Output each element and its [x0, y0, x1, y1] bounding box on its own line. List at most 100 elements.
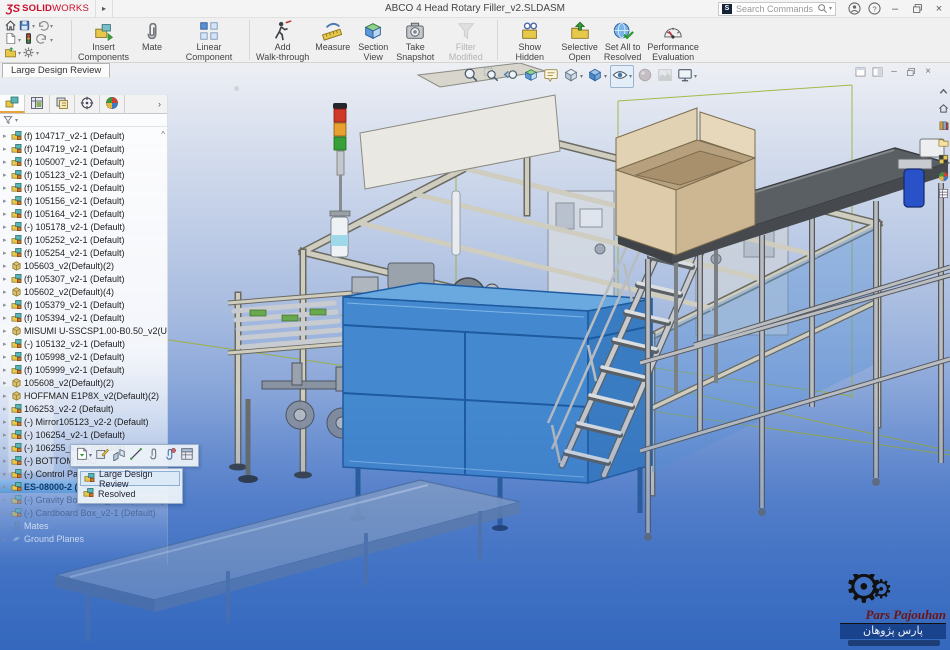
dropdown-arrow[interactable]: ▾	[18, 37, 21, 44]
expand-arrow-icon[interactable]: ▸	[3, 366, 11, 374]
expand-arrow-icon[interactable]: ▸	[3, 418, 11, 426]
expand-arrow-icon[interactable]: ▸	[3, 470, 11, 478]
dropdown-arrow[interactable]: ▾	[89, 452, 92, 459]
measure-button[interactable]: Measure	[312, 19, 353, 61]
dropdown-arrow[interactable]: ▾	[32, 23, 35, 30]
doc-restore-button[interactable]	[904, 65, 918, 78]
hide-show-items-button[interactable]: ▾	[610, 65, 634, 88]
section-tool-button[interactable]	[522, 66, 540, 87]
dropdown-arrow[interactable]: ▾	[18, 50, 21, 57]
expand-arrow-icon[interactable]: ▸	[3, 340, 11, 348]
restore-button[interactable]	[906, 0, 928, 17]
expand-arrow-icon[interactable]: ▸	[3, 301, 11, 309]
tree-item[interactable]: ▸(-) 106254_v2-1 (Default)	[0, 428, 167, 441]
expand-arrow-icon[interactable]: ▸	[3, 132, 11, 140]
context-menu-item[interactable]: Large Design Review	[80, 471, 180, 486]
doc-close-button[interactable]: ×	[921, 65, 935, 78]
section-view-button[interactable]: Section View	[353, 19, 393, 61]
selective-open-button[interactable]: Selective Open▾	[558, 19, 601, 61]
options-button[interactable]: ▾	[22, 46, 39, 62]
view-settings-button[interactable]: ▾	[676, 66, 698, 87]
tree-item[interactable]: ▸(f) 105379_v2-1 (Default)	[0, 298, 167, 311]
tree-item[interactable]: ▸(f) 105164_v2-1 (Default)	[0, 207, 167, 220]
tree-item[interactable]: ▸(-) Mirror105123_v2-2 (Default)	[0, 415, 167, 428]
tree-item[interactable]: ▸(f) 105123_v2-1 (Default)	[0, 168, 167, 181]
zoom-fit-button[interactable]	[462, 66, 480, 87]
expand-arrow-icon[interactable]: ▸	[3, 275, 11, 283]
help-icon[interactable]: ?	[865, 1, 883, 17]
resources-home-button[interactable]	[937, 104, 949, 116]
doc-window-icon[interactable]	[870, 65, 884, 78]
panel-splitter-handle[interactable]	[234, 86, 239, 91]
tree-item[interactable]: ▸(-) 105178_v2-1 (Default)	[0, 220, 167, 233]
user-account-icon[interactable]	[845, 1, 863, 17]
expand-arrow-icon[interactable]: ▸	[3, 145, 11, 153]
tab-propertymanager[interactable]	[25, 95, 50, 113]
tree-item[interactable]: ▸(f) 105007_v2-1 (Default)	[0, 155, 167, 168]
tree-item[interactable]: ▸(-) 105132_v2-1 (Default)	[0, 337, 167, 350]
file-explorer-button[interactable]	[937, 138, 949, 150]
tab-dimxpertmanager[interactable]	[75, 95, 100, 113]
linear-component-pattern-button[interactable]: Linear Component Pattern▾	[172, 19, 246, 61]
tree-item[interactable]: ▸Ground Planes	[0, 532, 167, 545]
expand-arrow-icon[interactable]: ▸	[3, 496, 11, 504]
tree-item[interactable]: ▸105608_v2(Default)(2)	[0, 376, 167, 389]
doc-minimize-button[interactable]: –	[887, 65, 901, 78]
panel-flyout-chevron[interactable]: ›	[152, 95, 167, 113]
tree-item[interactable]: ▸(-) Cardboard Box_v2-1 (Default)	[0, 506, 167, 519]
expand-arrow-icon[interactable]: ▸	[3, 171, 11, 179]
expand-arrow-icon[interactable]: ▸	[3, 197, 11, 205]
tree-item[interactable]: ▸(f) 105394_v2-1 (Default)	[0, 311, 167, 324]
show-hidden-components-button[interactable]: Show Hidden Components	[501, 19, 558, 61]
tab-featuremanager[interactable]	[0, 95, 25, 113]
tab-large-design-review[interactable]: Large Design Review	[2, 63, 110, 78]
tree-item[interactable]: ▸(f) 105156_v2-1 (Default)	[0, 194, 167, 207]
tree-item[interactable]: ▸106253_v2-2 (Default)	[0, 402, 167, 415]
view-orientation-button[interactable]: ▾	[562, 66, 584, 87]
filter-dropdown-arrow[interactable]: ▾	[15, 117, 18, 124]
search-dropdown-arrow[interactable]: ▾	[829, 5, 832, 12]
expand-arrow-icon[interactable]: ▸	[3, 444, 11, 452]
logo-flyout-arrow[interactable]: ▸	[95, 0, 113, 17]
isolate-button[interactable]	[112, 447, 126, 464]
tree-item[interactable]: ▸(f) 105999_v2-1 (Default)	[0, 363, 167, 376]
performance-evaluation-button[interactable]: Performance Evaluation	[644, 19, 702, 61]
tree-item[interactable]: ▸(f) 105998_v2-1 (Default)	[0, 350, 167, 363]
minimize-button[interactable]: –	[884, 0, 906, 17]
tree-item[interactable]: ▸(f) 104719_v2-1 (Default)	[0, 142, 167, 155]
tab-configurationmanager[interactable]	[50, 95, 75, 113]
tree-item[interactable]: ▸(f) 105254_v2-1 (Default)	[0, 246, 167, 259]
search-commands-input[interactable]: S Search Commands ▾	[718, 2, 836, 16]
expand-arrow-icon[interactable]: ▸	[3, 353, 11, 361]
mate-button[interactable]: Mate	[132, 19, 172, 61]
expand-arrow-icon[interactable]: ▸	[3, 379, 11, 387]
expand-arrow-icon[interactable]: ▸	[3, 158, 11, 166]
tree-scroll-up[interactable]: ^	[161, 130, 165, 139]
expand-arrow-icon[interactable]: ▸	[3, 431, 11, 439]
view-palette-button[interactable]	[937, 155, 949, 167]
custom-properties-button[interactable]	[937, 189, 949, 201]
appearances-button[interactable]	[937, 172, 949, 184]
expand-arrow-icon[interactable]: ▸	[3, 236, 11, 244]
cardboard-box[interactable]	[616, 108, 755, 255]
expand-arrow-icon[interactable]: ▸	[3, 457, 11, 465]
dropdown-arrow[interactable]: ▾	[50, 37, 53, 44]
edit-button[interactable]	[95, 447, 109, 464]
set-all-to-resolved-button[interactable]: Set All to Resolved▾	[601, 19, 645, 61]
tree-item[interactable]: ▸(f) 105307_v2-1 (Default)	[0, 272, 167, 285]
insert-components-button[interactable]: Insert Components	[75, 19, 132, 61]
dropdown-arrow[interactable]: ▾	[604, 73, 607, 80]
tree-item[interactable]: ▸HOFFMAN E1P8X_v2(Default)(2)	[0, 389, 167, 402]
previous-view-button[interactable]	[502, 66, 520, 87]
expand-arrow-icon[interactable]: ▸	[3, 288, 11, 296]
tree-item[interactable]: ▸MISUMI U-SSCSP1.00-B0.50_v2(U-SSCSP(304…	[0, 324, 167, 337]
expand-arrow-icon[interactable]: ▸	[3, 483, 11, 491]
tab-displaymanager[interactable]	[100, 95, 125, 113]
design-library-button[interactable]	[937, 121, 949, 133]
tree-item[interactable]: ▸(f) 105252_v2-1 (Default)	[0, 233, 167, 246]
expand-arrow-icon[interactable]: ▸	[3, 314, 11, 322]
tree-item[interactable]: ▸(f) 104717_v2-1 (Default)	[0, 129, 167, 142]
dropdown-arrow[interactable]: ▾	[580, 73, 583, 80]
dropdown-arrow[interactable]: ▾	[50, 23, 53, 30]
doc-window-icon[interactable]	[853, 65, 867, 78]
